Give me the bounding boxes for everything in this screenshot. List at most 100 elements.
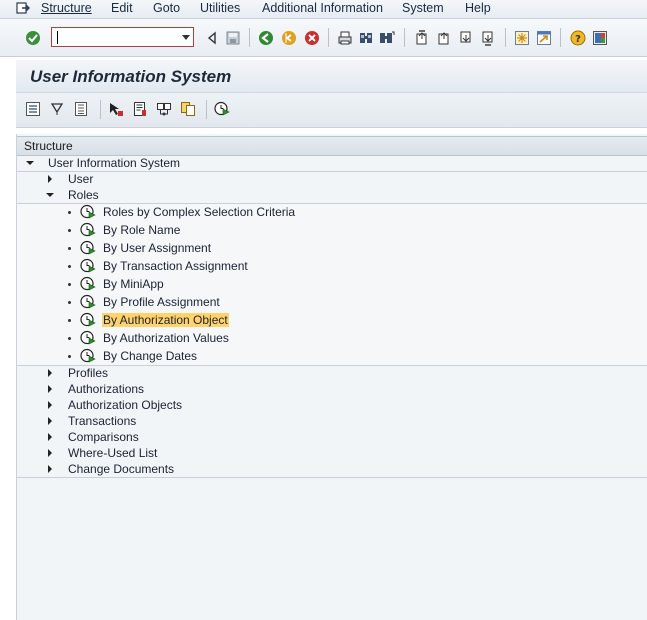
menu-additional-information[interactable]: Additional Information <box>262 1 383 15</box>
tree-leaf-by-role-name[interactable]: By Role Name <box>17 222 647 238</box>
menu-label: Structure <box>41 1 92 15</box>
title-bar: User Information System <box>16 60 647 93</box>
execute-clock-icon[interactable] <box>80 348 96 364</box>
collapsed-arrow-icon[interactable] <box>48 175 52 183</box>
tree-node-change-documents[interactable]: Change Documents <box>17 461 647 477</box>
tree-node-comparisons[interactable]: Comparisons <box>17 429 647 445</box>
enter-checkmark-icon[interactable] <box>25 30 41 46</box>
toolbar-separator <box>560 28 561 47</box>
divider <box>17 477 647 478</box>
tree-leaf-by-authorization-object[interactable]: By Authorization Object <box>17 312 647 328</box>
collapsed-arrow-icon[interactable] <box>48 417 52 425</box>
tree-leaf-by-transaction-assignment[interactable]: By Transaction Assignment <box>17 258 647 274</box>
toolbar-separator <box>100 100 101 119</box>
tree-node-authorizations[interactable]: Authorizations <box>17 381 647 397</box>
create-session-icon[interactable] <box>514 30 530 46</box>
execute-clock-icon[interactable] <box>214 101 230 117</box>
last-page-icon[interactable] <box>480 30 496 46</box>
command-field[interactable] <box>51 27 194 47</box>
exit-icon[interactable] <box>281 30 297 46</box>
menu-edit[interactable]: Edit <box>111 1 133 15</box>
system-menu-icon[interactable] <box>16 2 30 15</box>
menu-goto[interactable]: Goto <box>153 1 180 15</box>
tree-leaf-label: By Transaction Assignment <box>103 259 248 273</box>
copy-icon[interactable] <box>180 101 196 117</box>
previous-page-icon[interactable] <box>436 30 452 46</box>
bullet <box>68 265 71 268</box>
expanded-arrow-icon[interactable] <box>46 193 54 197</box>
expand-subtree-icon[interactable] <box>25 101 41 117</box>
tree-leaf-by-change-dates[interactable]: By Change Dates <box>17 348 647 364</box>
back-icon[interactable] <box>258 30 274 46</box>
collapsed-arrow-icon[interactable] <box>48 465 52 473</box>
execute-clock-icon[interactable] <box>80 258 96 274</box>
execute-clock-icon[interactable] <box>80 294 96 310</box>
tree-node-profiles[interactable]: Profiles <box>17 365 647 381</box>
tree-node-label: Roles <box>68 188 99 202</box>
tree-node-authorization-objects[interactable]: Authorization Objects <box>17 397 647 413</box>
next-page-icon[interactable] <box>458 30 474 46</box>
execute-clock-icon[interactable] <box>80 204 96 220</box>
menu-utilities[interactable]: Utilities <box>200 1 240 15</box>
tree-node-label: User Information System <box>48 156 181 170</box>
bullet <box>68 211 71 214</box>
expanded-arrow-icon[interactable] <box>26 161 34 165</box>
collapsed-arrow-icon[interactable] <box>48 385 52 393</box>
where-used-icon[interactable] <box>156 101 172 117</box>
tree-node-roles[interactable]: Roles <box>17 187 647 203</box>
collapsed-arrow-icon[interactable] <box>48 369 52 377</box>
shortcut-icon[interactable] <box>536 30 552 46</box>
execute-clock-icon[interactable] <box>80 240 96 256</box>
first-page-icon[interactable] <box>414 30 430 46</box>
collapse-subtree-icon[interactable] <box>49 101 65 117</box>
tree-leaf-label: By Authorization Values <box>103 331 229 345</box>
customize-layout-icon[interactable] <box>592 30 608 46</box>
tree-leaf-roles-complex-criteria[interactable]: Roles by Complex Selection Criteria <box>17 204 647 220</box>
bullet <box>68 337 71 340</box>
collapsed-arrow-icon[interactable] <box>48 401 52 409</box>
bullet <box>68 301 71 304</box>
tree-leaf-by-profile-assignment[interactable]: By Profile Assignment <box>17 294 647 310</box>
menu-system[interactable]: System <box>402 1 444 15</box>
tree-leaf-by-miniapp[interactable]: By MiniApp <box>17 276 647 292</box>
command-input[interactable] <box>55 29 173 45</box>
menu-label: Additional Information <box>262 1 383 15</box>
collapsed-arrow-icon[interactable] <box>48 449 52 457</box>
tree-leaf-by-user-assignment[interactable]: By User Assignment <box>17 240 647 256</box>
tree-node-label: Where-Used List <box>68 446 158 460</box>
tree-node-transactions[interactable]: Transactions <box>17 413 647 429</box>
bullet <box>68 319 71 322</box>
select-icon[interactable] <box>108 101 124 117</box>
execute-clock-icon[interactable] <box>80 312 96 328</box>
print-icon[interactable] <box>337 30 353 46</box>
tree-leaf-label: By MiniApp <box>103 277 164 291</box>
menu-help[interactable]: Help <box>465 1 491 15</box>
collapse-arrow-icon[interactable] <box>204 30 220 46</box>
tree-leaf-by-authorization-values[interactable]: By Authorization Values <box>17 330 647 346</box>
menu-structure[interactable]: Structure <box>41 1 92 15</box>
find-icon[interactable] <box>358 30 374 46</box>
menu-label: Help <box>465 1 491 15</box>
documentation-icon[interactable] <box>132 101 148 117</box>
cancel-icon[interactable] <box>304 30 320 46</box>
list-details-icon[interactable] <box>73 101 89 117</box>
execute-clock-icon[interactable] <box>80 276 96 292</box>
menu-label: System <box>402 1 444 15</box>
toolbar-separator <box>404 28 405 47</box>
tree-leaf-label: Roles by Complex Selection Criteria <box>103 205 296 219</box>
toolbar-separator <box>328 28 329 47</box>
tree-node-user[interactable]: User <box>17 171 647 187</box>
help-icon[interactable]: ? <box>570 30 586 46</box>
save-icon[interactable] <box>225 30 241 46</box>
tree-node-where-used-list[interactable]: Where-Used List <box>17 445 647 461</box>
chevron-down-icon[interactable] <box>182 35 190 40</box>
tree-node-root[interactable]: User Information System <box>17 155 647 171</box>
find-next-icon[interactable] <box>379 30 395 46</box>
menu-bar: Structure Edit Goto Utilities Additional… <box>0 0 647 19</box>
execute-clock-icon[interactable] <box>80 330 96 346</box>
execute-clock-icon[interactable] <box>80 222 96 238</box>
tree-leaf-label: By Change Dates <box>103 349 198 363</box>
collapsed-arrow-icon[interactable] <box>48 433 52 441</box>
tree-leaf-label: By User Assignment <box>103 241 212 255</box>
tree-node-label: Transactions <box>68 414 137 428</box>
